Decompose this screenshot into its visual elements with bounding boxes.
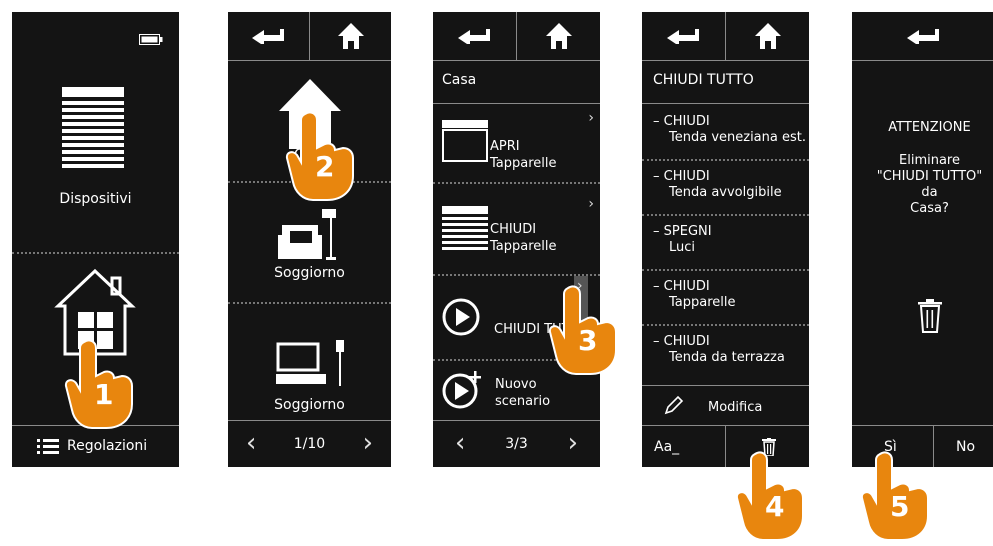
settings-label: Regolazioni bbox=[67, 438, 148, 454]
scenario-item[interactable]: APRI Tapparelle › bbox=[433, 104, 600, 180]
home-button[interactable] bbox=[517, 12, 600, 60]
back-button[interactable] bbox=[852, 12, 993, 60]
scenario-line1: CHIUDI bbox=[490, 222, 537, 237]
warning-title: ATTENZIONE bbox=[888, 120, 971, 135]
back-icon bbox=[252, 29, 284, 44]
action-list: – CHIUDI Tenda veneziana est. – CHIUDI T… bbox=[642, 104, 809, 384]
screen-delete-confirm: ATTENZIONE Eliminare "CHIUDI TUTTO" da C… bbox=[852, 12, 993, 467]
scenario-line2: Tapparelle bbox=[490, 239, 557, 254]
action-target: Tenda da terrazza bbox=[669, 350, 785, 365]
scenario-line1: Nuovo bbox=[495, 377, 537, 392]
room-label: Soggiorno bbox=[274, 265, 345, 281]
next-page-button[interactable]: › bbox=[568, 428, 578, 458]
rename-button[interactable]: Aa_ bbox=[642, 426, 725, 467]
list-item: – CHIUDI Tenda da terrazza bbox=[653, 334, 785, 366]
action-target: Tenda veneziana est. bbox=[669, 130, 806, 145]
home-icon bbox=[754, 23, 781, 49]
scenario-line2: scenario bbox=[495, 394, 551, 409]
action-name: – CHIUDI bbox=[653, 169, 710, 184]
step-number: 2 bbox=[315, 150, 335, 183]
back-icon bbox=[906, 29, 939, 44]
rename-label: Aa_ bbox=[654, 439, 680, 455]
next-page-button[interactable]: › bbox=[363, 428, 373, 458]
step-number: 4 bbox=[765, 490, 785, 523]
list-item: – CHIUDI Tapparelle bbox=[653, 279, 736, 311]
tap-hand-icon: 1 bbox=[62, 338, 140, 434]
scenario-item[interactable]: CHIUDI Tapparelle › bbox=[433, 184, 600, 274]
back-button[interactable] bbox=[228, 12, 308, 60]
action-name: – CHIUDI bbox=[653, 334, 710, 349]
back-button[interactable] bbox=[433, 12, 515, 60]
action-target: Luci bbox=[669, 240, 696, 255]
edit-button[interactable]: Modifica bbox=[642, 386, 809, 424]
menu-devices-label: Dispositivi bbox=[59, 191, 132, 207]
no-button[interactable]: No bbox=[934, 426, 993, 467]
scenario-line2: Tapparelle bbox=[490, 156, 557, 171]
blind-closed-icon bbox=[442, 206, 488, 254]
page-title: CHIUDI TUTTO bbox=[653, 72, 754, 88]
tap-hand-icon: 5 bbox=[858, 450, 936, 546]
tap-hand-icon: 2 bbox=[283, 110, 361, 206]
back-icon bbox=[458, 29, 490, 44]
action-target: Tapparelle bbox=[669, 295, 736, 310]
menu-devices[interactable]: Dispositivi bbox=[12, 60, 179, 250]
step-number: 3 bbox=[578, 324, 598, 357]
tv-lamp-icon bbox=[276, 338, 344, 392]
page-title: Casa bbox=[442, 72, 477, 88]
home-button[interactable] bbox=[726, 12, 809, 60]
back-button[interactable] bbox=[642, 12, 724, 60]
list-item: – CHIUDI Tenda avvolgibile bbox=[653, 169, 782, 201]
battery-icon bbox=[139, 30, 163, 49]
add-scenario-icon bbox=[442, 369, 486, 413]
action-target: Tenda avvolgibile bbox=[669, 185, 782, 200]
back-icon bbox=[667, 29, 699, 44]
blind-open-icon bbox=[442, 120, 488, 166]
trash-icon bbox=[918, 299, 942, 333]
list-item: – CHIUDI Tenda veneziana est. bbox=[653, 114, 806, 146]
home-icon bbox=[337, 23, 364, 49]
edit-label: Modifica bbox=[708, 400, 763, 415]
step-number: 1 bbox=[94, 378, 114, 411]
home-button[interactable] bbox=[310, 12, 391, 60]
action-name: – CHIUDI bbox=[653, 114, 710, 129]
warning-line: da bbox=[921, 185, 938, 200]
screen-scenarios: Casa APRI Tapparelle › CHIUDI Tapparelle… bbox=[433, 12, 600, 467]
play-icon bbox=[442, 298, 480, 340]
scenario-line1: APRI bbox=[490, 139, 520, 154]
tap-hand-icon: 3 bbox=[546, 284, 624, 380]
warning-line: Eliminare bbox=[899, 153, 960, 168]
blind-icon bbox=[62, 87, 124, 175]
pencil-icon bbox=[664, 395, 684, 415]
warning-line: "CHIUDI TUTTO" bbox=[876, 169, 983, 184]
list-icon bbox=[37, 439, 59, 459]
screen-scenario-detail: CHIUDI TUTTO – CHIUDI Tenda veneziana es… bbox=[642, 12, 809, 467]
step-number: 5 bbox=[890, 490, 910, 523]
chevron-right-icon: › bbox=[588, 196, 594, 212]
home-icon bbox=[545, 23, 572, 49]
sofa-lamp-icon bbox=[278, 209, 344, 265]
action-name: – CHIUDI bbox=[653, 279, 710, 294]
list-item: – SPEGNI Luci bbox=[653, 224, 712, 256]
screen-room-list: Casa Soggiorno Soggiorno ‹ 1/10 › bbox=[228, 12, 391, 467]
chevron-right-icon: › bbox=[588, 110, 594, 126]
room-label: Soggiorno bbox=[274, 397, 345, 413]
tap-hand-icon: 4 bbox=[733, 450, 811, 546]
warning-line: Casa? bbox=[910, 201, 949, 216]
no-label: No bbox=[956, 439, 976, 455]
room-item[interactable]: Soggiorno bbox=[228, 304, 391, 420]
action-name: – SPEGNI bbox=[653, 224, 712, 239]
